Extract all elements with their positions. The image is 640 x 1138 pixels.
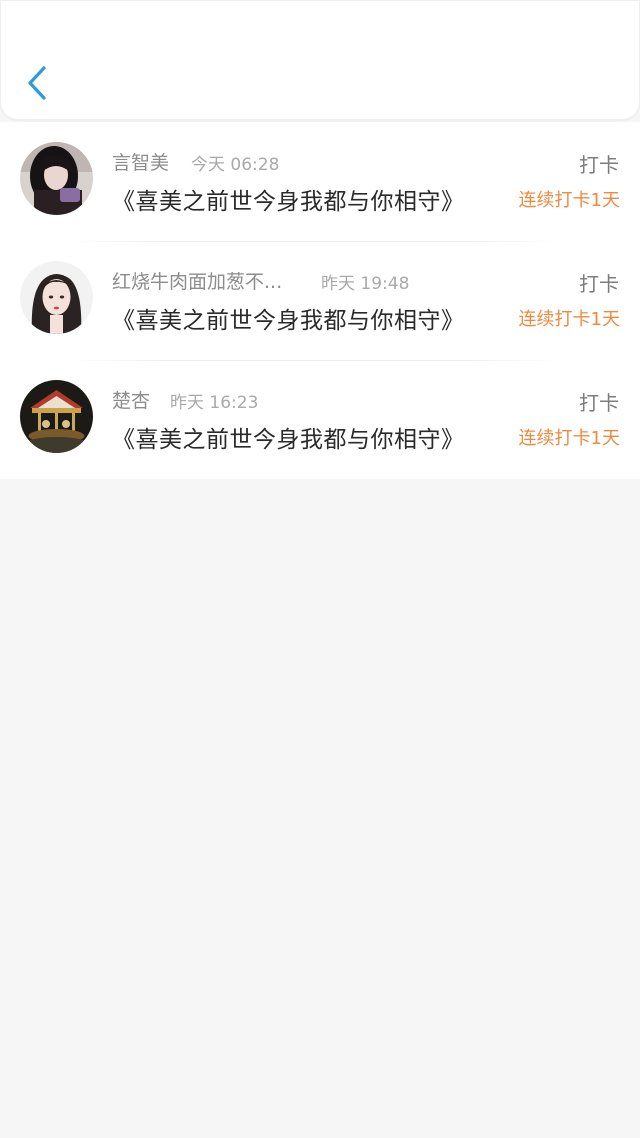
streak-label: 连续打卡1天 <box>518 428 620 449</box>
checkin-time: 昨天 19:48 <box>321 274 410 294</box>
back-button[interactable] <box>17 63 57 107</box>
streak-label: 连续打卡1天 <box>518 190 620 211</box>
checkin-time: 昨天 16:23 <box>170 393 259 413</box>
checkin-list: 言智美 今天 06:28 《喜美之前世今身我都与你相守》 打卡 连续打卡1天 红… <box>0 122 640 479</box>
user-name[interactable]: 楚杏 <box>112 386 150 413</box>
user-name[interactable]: 红烧牛肉面加葱不... <box>112 267 282 294</box>
avatar[interactable] <box>20 380 93 453</box>
checkin-time: 今天 06:28 <box>191 155 280 175</box>
checkin-label: 打卡 <box>579 272 619 296</box>
avatar[interactable] <box>20 142 93 215</box>
checkin-label: 打卡 <box>579 391 619 415</box>
list-item[interactable]: 楚杏 昨天 16:23 《喜美之前世今身我都与你相守》 打卡 连续打卡1天 <box>0 360 640 479</box>
checkin-label: 打卡 <box>579 153 619 177</box>
header-bar <box>0 0 640 120</box>
list-item[interactable]: 红烧牛肉面加葱不... 昨天 19:48 《喜美之前世今身我都与你相守》 打卡 … <box>0 241 640 360</box>
chevron-left-icon <box>27 66 47 104</box>
book-title[interactable]: 《喜美之前世今身我都与你相守》 <box>112 301 465 335</box>
streak-label: 连续打卡1天 <box>518 309 620 330</box>
avatar[interactable] <box>20 261 93 334</box>
book-title[interactable]: 《喜美之前世今身我都与你相守》 <box>112 420 465 454</box>
book-title[interactable]: 《喜美之前世今身我都与你相守》 <box>112 182 465 216</box>
list-item[interactable]: 言智美 今天 06:28 《喜美之前世今身我都与你相守》 打卡 连续打卡1天 <box>0 122 640 241</box>
user-name[interactable]: 言智美 <box>112 148 169 175</box>
